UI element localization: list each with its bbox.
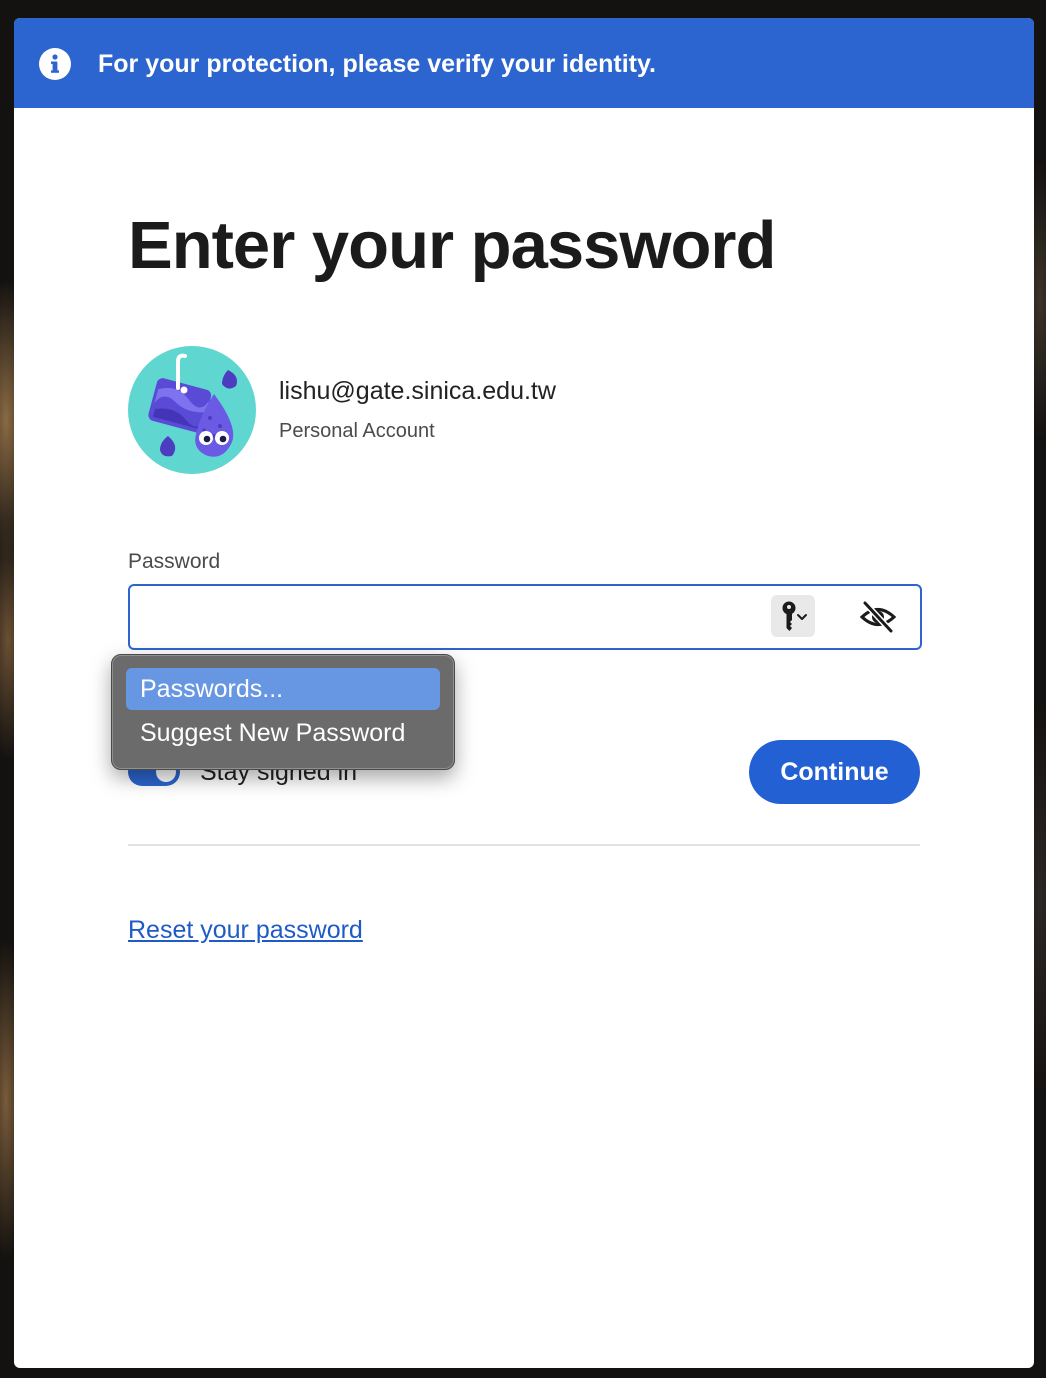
reset-password-link[interactable]: Reset your password xyxy=(128,914,363,946)
account-type: Personal Account xyxy=(279,420,435,442)
continue-button[interactable]: Continue xyxy=(749,740,920,804)
page-title: Enter your password xyxy=(128,208,776,283)
password-field[interactable] xyxy=(128,584,922,650)
identity-banner: For your protection, please verify your … xyxy=(14,18,1034,108)
avatar xyxy=(128,346,256,474)
divider xyxy=(128,844,920,846)
password-input[interactable] xyxy=(142,598,756,638)
autofill-menu: Passwords... Suggest New Password xyxy=(111,654,455,770)
menu-item-passwords[interactable]: Passwords... xyxy=(126,668,440,710)
info-icon xyxy=(39,48,71,80)
password-label: Password xyxy=(128,550,221,573)
key-icon[interactable] xyxy=(771,595,815,637)
banner-message: For your protection, please verify your … xyxy=(98,50,656,78)
menu-item-suggest-password[interactable]: Suggest New Password xyxy=(126,712,440,754)
account-email: lishu@gate.sinica.edu.tw xyxy=(279,377,556,405)
eye-slash-icon[interactable] xyxy=(858,598,898,636)
